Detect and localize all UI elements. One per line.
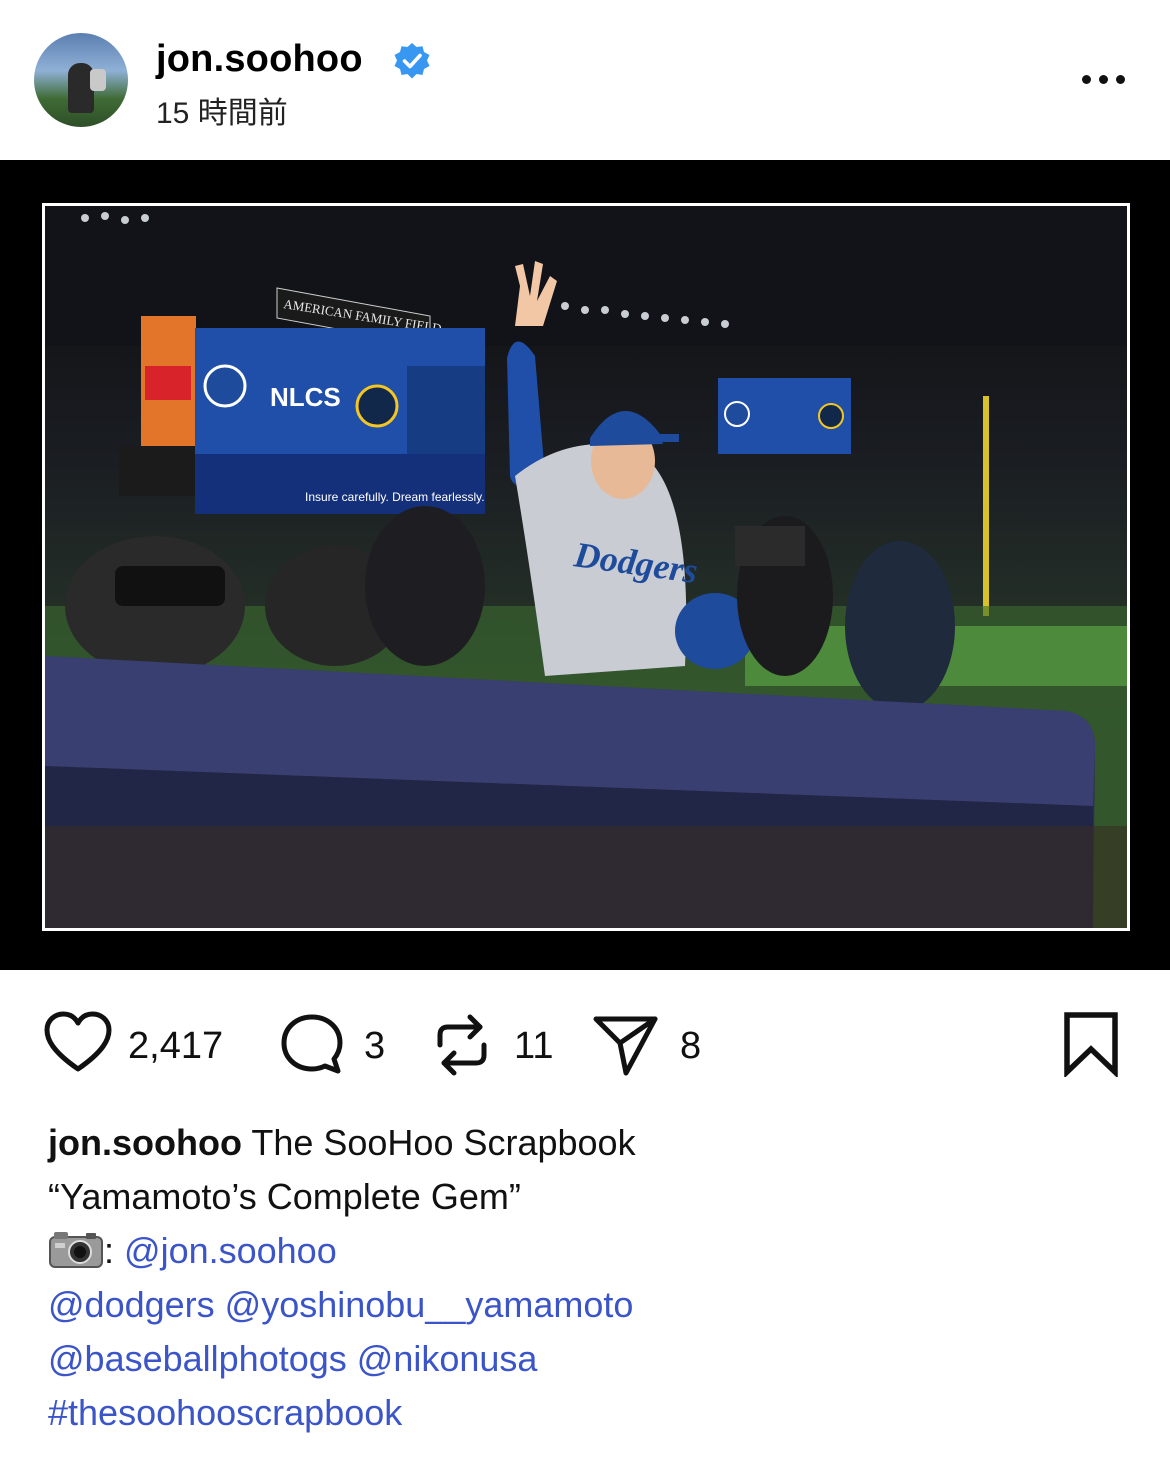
caption-tags-line-1: @dodgers @yoshinobu__yamamoto: [48, 1278, 1128, 1332]
share-count[interactable]: 8: [680, 1025, 701, 1068]
post-header: jon.soohoo 15 時間前: [0, 0, 1170, 160]
action-bar: 2,417 3 11 8: [0, 1005, 1170, 1085]
caption-credit-line: : @jon.soohoo: [48, 1224, 1128, 1278]
heart-icon[interactable]: [44, 1011, 112, 1075]
comment-count[interactable]: 3: [364, 1025, 385, 1068]
mention-yoshinobu-yamamoto[interactable]: @yoshinobu__yamamoto: [225, 1284, 634, 1325]
bookmark-icon[interactable]: [1062, 1011, 1120, 1077]
camera-emoji-icon: [49, 1232, 103, 1268]
caption-hashtag[interactable]: #thesoohooscrapbook: [48, 1386, 1128, 1440]
caption-tags-line-2: @baseballphotogs @nikonusa: [48, 1332, 1128, 1386]
avatar[interactable]: [34, 33, 128, 127]
repost-icon[interactable]: [432, 1011, 492, 1079]
post-username[interactable]: jon.soohoo: [156, 38, 363, 81]
caption-username[interactable]: jon.soohoo: [48, 1122, 242, 1163]
caption-camera-sep: :: [104, 1230, 115, 1271]
repost-count[interactable]: 11: [514, 1025, 553, 1068]
scoreboard-ad: Insure carefully. Dream fearlessly.: [305, 490, 485, 504]
verified-badge-icon: [394, 43, 430, 79]
more-options-icon[interactable]: [1078, 62, 1130, 98]
photo-illustration: AMERICAN FAMILY FIELD NLCS Insure carefu…: [45, 206, 1127, 928]
avatar-trophy: [90, 69, 106, 91]
share-icon[interactable]: [592, 1013, 660, 1077]
caption-title: The SooHoo Scrapbook: [251, 1122, 636, 1163]
caption-line-1: jon.soohoo The SooHoo Scrapbook: [48, 1116, 1128, 1170]
post-photo[interactable]: AMERICAN FAMILY FIELD NLCS Insure carefu…: [42, 203, 1130, 931]
caption-credit-mention[interactable]: @jon.soohoo: [124, 1230, 337, 1271]
post-time: 15 時間前: [156, 97, 288, 130]
mention-nikonusa[interactable]: @nikonusa: [357, 1338, 538, 1379]
mention-dodgers[interactable]: @dodgers: [48, 1284, 215, 1325]
mention-baseballphotogs[interactable]: @baseballphotogs: [48, 1338, 347, 1379]
caption-quote: “Yamamoto’s Complete Gem”: [48, 1176, 521, 1217]
post-image-container[interactable]: AMERICAN FAMILY FIELD NLCS Insure carefu…: [0, 160, 1170, 970]
post-caption: jon.soohoo The SooHoo Scrapbook “Yamamot…: [48, 1116, 1128, 1440]
comment-icon[interactable]: [280, 1013, 344, 1077]
scoreboard-series: NLCS: [270, 382, 341, 412]
like-count[interactable]: 2,417: [128, 1025, 223, 1068]
